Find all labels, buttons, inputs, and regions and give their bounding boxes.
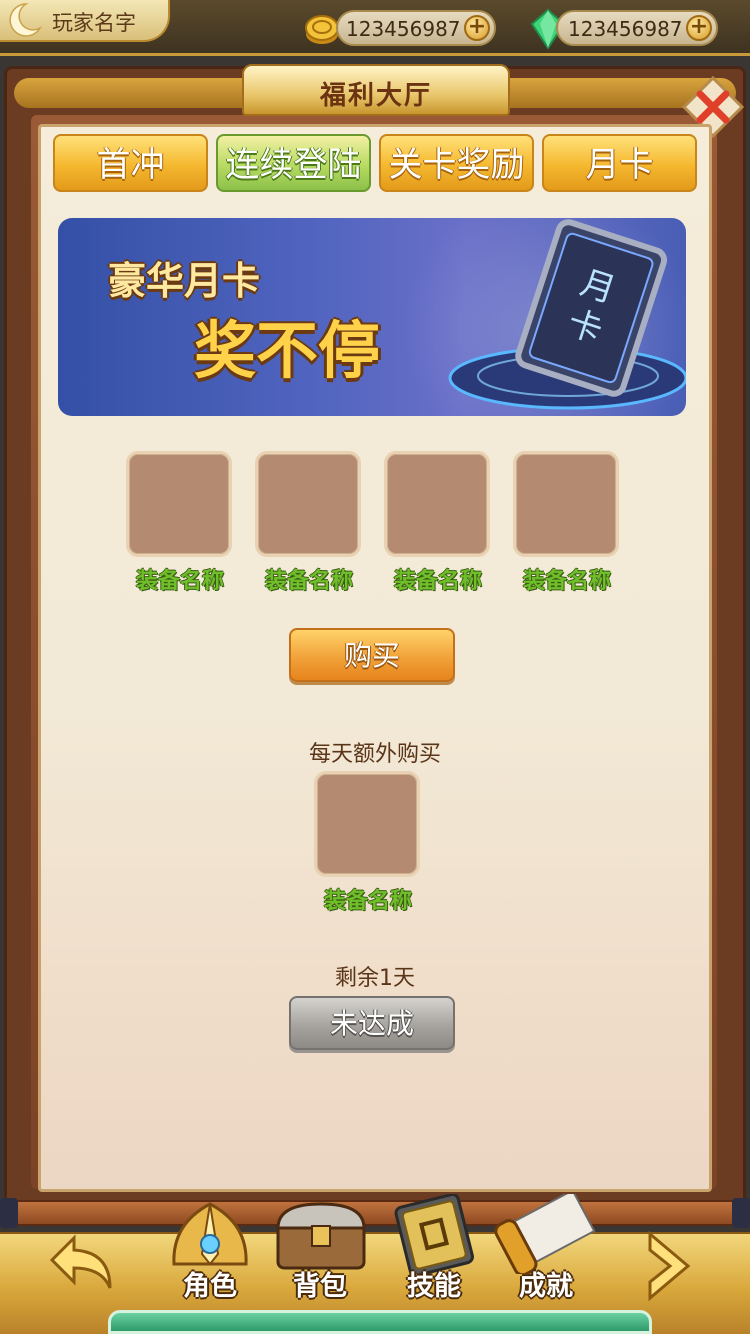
item-slot[interactable] (126, 451, 232, 557)
item-name: 装备名称 (323, 889, 412, 914)
nav-skills[interactable]: 技能 (378, 1193, 490, 1306)
gem-currency: 123456987 + (556, 10, 718, 46)
gold-amount: 123456987 (346, 17, 461, 41)
monthly-card-banner: 豪华月卡 奖不停 月 卡 (58, 218, 686, 416)
tab-login-streak[interactable]: 连续登陆 (216, 134, 371, 192)
top-status-bar: 玩家名字 123456987 + 123456987 + (0, 0, 750, 56)
banner-headline: 豪华月卡 (108, 258, 261, 303)
chest-icon (276, 1202, 366, 1270)
bottom-progress-bar (108, 1310, 652, 1334)
chevron-right-icon[interactable] (636, 1226, 706, 1306)
item-name: 装备名称 (393, 569, 482, 594)
nav-backpack[interactable]: 背包 (264, 1194, 376, 1306)
reward-item[interactable]: 装备名称 (513, 451, 621, 595)
nav-label: 技能 (407, 1271, 461, 1302)
reward-item[interactable]: 装备名称 (126, 451, 234, 595)
player-name-box[interactable]: 玩家名字 (0, 0, 170, 42)
banner-slogan: 奖不停 (194, 314, 381, 387)
item-slot[interactable] (513, 451, 619, 557)
window-title: 福利大厅 (319, 81, 432, 111)
item-slot[interactable] (384, 451, 490, 557)
skill-book-icon (394, 1193, 474, 1277)
extra-purchase-label: 每天额外购买 (308, 742, 441, 767)
not-achieved-button[interactable]: 未达成 (289, 996, 455, 1050)
tab-stage-rewards[interactable]: 关卡奖励 (379, 134, 534, 192)
moon-icon (9, 3, 43, 37)
back-arrow-icon[interactable] (44, 1222, 124, 1302)
nav-label: 角色 (183, 1271, 237, 1302)
item-name: 装备名称 (522, 569, 611, 594)
title-wing-left (14, 78, 264, 108)
nav-achievements[interactable]: 成就 (490, 1189, 602, 1306)
helmet-icon (172, 1202, 248, 1266)
gem-amount: 123456987 (568, 17, 683, 41)
window-title-plate: 福利大厅 (242, 64, 510, 116)
add-gem-button[interactable]: + (686, 15, 712, 41)
nav-label: 背包 (293, 1271, 347, 1302)
remaining-days: 剩余1天 (335, 966, 415, 991)
add-gold-button[interactable]: + (464, 15, 490, 41)
reward-item[interactable]: 装备名称 (255, 451, 363, 595)
monthly-card-icon: 月 卡 (448, 219, 686, 410)
tab-monthly-card[interactable]: 月卡 (542, 134, 697, 192)
rod-cap-right (732, 1198, 750, 1228)
buy-button[interactable]: 购买 (289, 628, 455, 682)
scroll-icon (494, 1189, 596, 1277)
extra-reward-item[interactable]: 装备名称 (314, 771, 422, 915)
reward-item[interactable]: 装备名称 (384, 451, 492, 595)
item-name: 装备名称 (135, 569, 224, 594)
item-slot[interactable] (314, 771, 420, 877)
gold-currency: 123456987 + (336, 10, 496, 46)
item-name: 装备名称 (264, 569, 353, 594)
item-slot[interactable] (255, 451, 361, 557)
tab-first-charge[interactable]: 首冲 (53, 134, 208, 192)
rod-cap-left (0, 1198, 18, 1228)
nav-label: 成就 (519, 1271, 573, 1302)
player-name: 玩家名字 (52, 11, 136, 35)
nav-character[interactable]: 角色 (154, 1194, 266, 1306)
